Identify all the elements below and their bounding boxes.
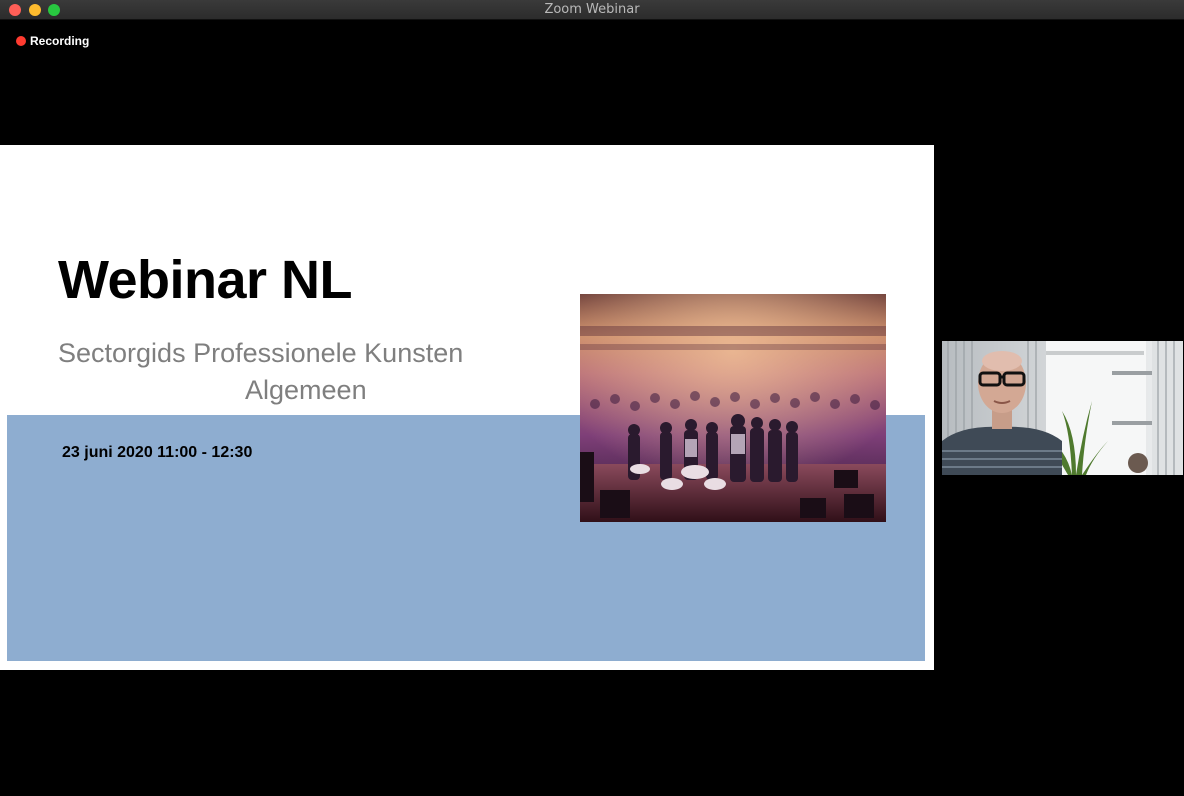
concert-stage-image: [580, 294, 886, 522]
slide-subtitle-line2: Algemeen: [245, 375, 367, 405]
title-bar[interactable]: Zoom Webinar: [0, 0, 1184, 20]
recording-label: Recording: [30, 34, 90, 48]
slide-subtitle: Sectorgids Professionele Kunsten Algemee…: [58, 335, 558, 409]
shared-screen-slide: Webinar NL Sectorgids Professionele Kuns…: [0, 145, 934, 670]
record-dot-icon: [16, 36, 26, 46]
slide-subtitle-line1: Sectorgids Professionele Kunsten: [58, 338, 464, 368]
recording-indicator[interactable]: Recording: [16, 34, 89, 48]
concert-stage-photo: [580, 294, 886, 522]
window-title: Zoom Webinar: [544, 2, 640, 17]
zoom-webinar-window: Zoom Webinar Recording Webinar NL Sector…: [0, 0, 1184, 796]
slide-title: Webinar NL: [58, 250, 353, 310]
participant-video-tile[interactable]: [942, 341, 1183, 475]
slide-date: 23 juni 2020 11:00 - 12:30: [62, 444, 253, 461]
participant-video-feed: [942, 341, 1183, 475]
